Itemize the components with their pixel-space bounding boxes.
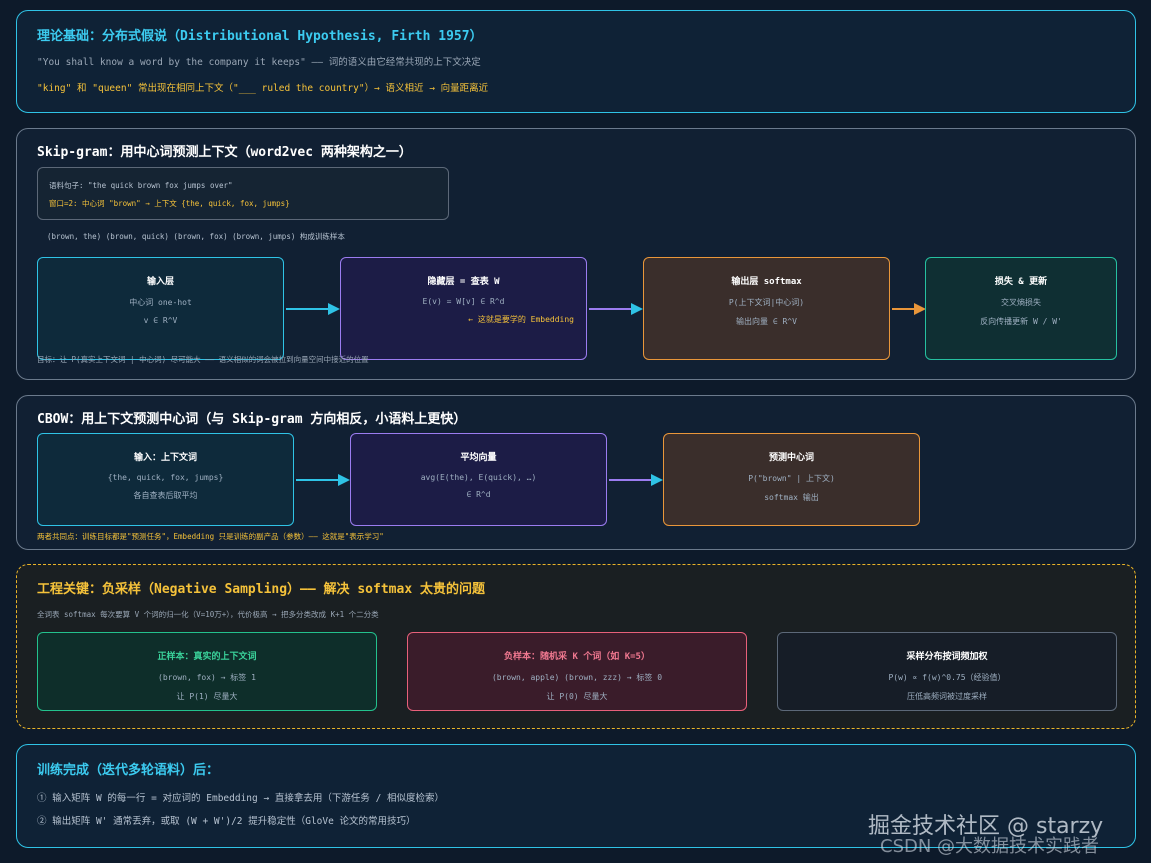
negative-sample-line2: 让 P(0) 尽量大 bbox=[546, 692, 608, 701]
theory-example: "king" 和 "queen" 常出现在相同上下文（"___ ruled th… bbox=[37, 83, 489, 94]
skipgram-input-layer-box: 输入层 中心词 one-hot v ∈ R^V bbox=[37, 257, 284, 360]
cbow-average-title: 平均向量 bbox=[460, 453, 497, 463]
cbow-average-line1: avg(E(the), E(quick), …) bbox=[420, 473, 537, 482]
skipgram-title: Skip-gram：用中心词预测上下文（word2vec 两种架构之一） bbox=[37, 145, 412, 160]
cbow-predict-title: 预测中心词 bbox=[768, 453, 814, 463]
skipgram-example-box: 语料句子: "the quick brown fox jumps over" 窗… bbox=[37, 167, 449, 220]
arrow-cbow-avg-to-predict bbox=[609, 474, 663, 486]
skipgram-panel: Skip-gram：用中心词预测上下文（word2vec 两种架构之一） 语料句… bbox=[16, 128, 1136, 380]
positive-sample-box: 正样本：真实的上下文词 (brown, fox) → 标签 1 让 P(1) 尽… bbox=[37, 632, 377, 711]
cbow-input-line1: {the, quick, fox, jumps} bbox=[107, 473, 224, 482]
skipgram-hidden-title: 隐藏层 = 查表 W bbox=[427, 277, 500, 287]
cbow-predict-line1: P("brown" | 上下文) bbox=[748, 474, 835, 483]
skipgram-output-layer-box: 输出层 softmax P(上下文词|中心词) 输出向量 ∈ R^V bbox=[643, 257, 890, 360]
skipgram-loss-box: 损失 & 更新 交叉熵损失 反向传播更新 W / W' bbox=[925, 257, 1117, 360]
arrow-cbow-input-to-avg bbox=[296, 474, 350, 486]
training-done-line2: ② 输出矩阵 W' 通常丢弃，或取 (W + W')/2 提升稳定性（GloVe… bbox=[37, 816, 416, 827]
watermark-csdn: CSDN @大数据技术实践者 bbox=[880, 836, 1100, 857]
skipgram-pairs: (brown, the) (brown, quick) (brown, fox)… bbox=[47, 232, 345, 241]
arrow-output-to-loss bbox=[892, 303, 926, 315]
positive-sample-line2: 让 P(1) 尽量大 bbox=[176, 692, 238, 701]
cbow-input-box: 输入：上下文词 {the, quick, fox, jumps} 各自查表后取平… bbox=[37, 433, 294, 526]
skipgram-example-sentence: 语料句子: "the quick brown fox jumps over" bbox=[49, 181, 233, 190]
cbow-input-line2: 各自查表后取平均 bbox=[133, 491, 198, 500]
skipgram-loss-title: 损失 & 更新 bbox=[994, 277, 1048, 287]
sampling-distribution-line2: 压低高频词被过度采样 bbox=[907, 692, 987, 701]
negative-sample-box: 负样本：随机采 K 个词（如 K=5） (brown, apple) (brow… bbox=[407, 632, 747, 711]
cbow-predict-line2: softmax 输出 bbox=[764, 493, 819, 502]
skipgram-example-window: 窗口=2: 中心词 "brown" → 上下文 {the, quick, fox… bbox=[49, 199, 290, 208]
skipgram-input-line1: 中心词 one-hot bbox=[129, 298, 192, 307]
theory-quote: "You shall know a word by the company it… bbox=[37, 57, 481, 68]
skipgram-hidden-line1: E(v) = W[v] ∈ R^d bbox=[422, 297, 505, 306]
skipgram-hidden-layer-box: 隐藏层 = 查表 W E(v) = W[v] ∈ R^d ← 这就是要学的 Em… bbox=[340, 257, 587, 360]
skipgram-loss-line2: 反向传播更新 W / W' bbox=[980, 317, 1062, 326]
cbow-title: CBOW：用上下文预测中心词（与 Skip-gram 方向相反，小语料上更快） bbox=[37, 412, 467, 427]
sampling-distribution-title: 采样分布按词频加权 bbox=[906, 652, 988, 662]
sampling-distribution-box: 采样分布按词频加权 P(w) ∝ f(w)^0.75（经验值） 压低高频词被过度… bbox=[777, 632, 1117, 711]
negsampling-title: 工程关键：负采样（Negative Sampling）—— 解决 softmax… bbox=[37, 582, 485, 597]
theory-title: 理论基础：分布式假说（Distributional Hypothesis, Fi… bbox=[37, 29, 483, 44]
skipgram-output-line2: 输出向量 ∈ R^V bbox=[736, 317, 797, 326]
cbow-footnote: 两者共同点：训练目标都是"预测任务"，Embedding 只是训练的副产品（参数… bbox=[37, 532, 384, 541]
cbow-input-title: 输入：上下文词 bbox=[133, 453, 197, 463]
skipgram-loss-line1: 交叉熵损失 bbox=[1001, 298, 1041, 307]
skipgram-output-title: 输出层 softmax bbox=[731, 277, 802, 287]
training-done-title: 训练完成（迭代多轮语料）后： bbox=[37, 763, 220, 778]
arrow-hidden-to-output bbox=[589, 303, 643, 315]
cbow-average-line2: ∈ R^d bbox=[466, 490, 491, 499]
skipgram-input-title: 输入层 bbox=[146, 277, 174, 287]
negative-sample-title: 负样本：随机采 K 个词（如 K=5） bbox=[504, 652, 650, 662]
arrow-input-to-hidden bbox=[286, 303, 340, 315]
theory-panel: 理论基础：分布式假说（Distributional Hypothesis, Fi… bbox=[16, 10, 1136, 113]
training-done-line1: ① 输入矩阵 W 的每一行 = 对应词的 Embedding → 直接拿去用（下… bbox=[37, 793, 445, 804]
cbow-predict-box: 预测中心词 P("brown" | 上下文) softmax 输出 bbox=[663, 433, 920, 526]
cbow-panel: CBOW：用上下文预测中心词（与 Skip-gram 方向相反，小语料上更快） … bbox=[16, 395, 1136, 550]
skipgram-input-line2: v ∈ R^V bbox=[143, 316, 178, 325]
skipgram-footnote: 目标：让 P(真实上下文词 | 中心词) 尽可能大 —— 语义相似的词会被拉到向… bbox=[37, 355, 369, 364]
negative-sample-line1: (brown, apple) (brown, zzz) → 标签 0 bbox=[491, 673, 663, 682]
skipgram-output-line1: P(上下文词|中心词) bbox=[728, 298, 805, 307]
positive-sample-line1: (brown, fox) → 标签 1 bbox=[158, 673, 256, 682]
negsampling-desc: 全词表 softmax 每次要算 V 个词的归一化（V=10万+），代价极高 →… bbox=[37, 610, 379, 619]
negsampling-panel: 工程关键：负采样（Negative Sampling）—— 解决 softmax… bbox=[16, 564, 1136, 729]
sampling-distribution-line1: P(w) ∝ f(w)^0.75（经验值） bbox=[888, 673, 1006, 682]
cbow-average-box: 平均向量 avg(E(the), E(quick), …) ∈ R^d bbox=[350, 433, 607, 526]
skipgram-hidden-note: ← 这就是要学的 Embedding bbox=[468, 315, 574, 324]
positive-sample-title: 正样本：真实的上下文词 bbox=[157, 652, 257, 662]
